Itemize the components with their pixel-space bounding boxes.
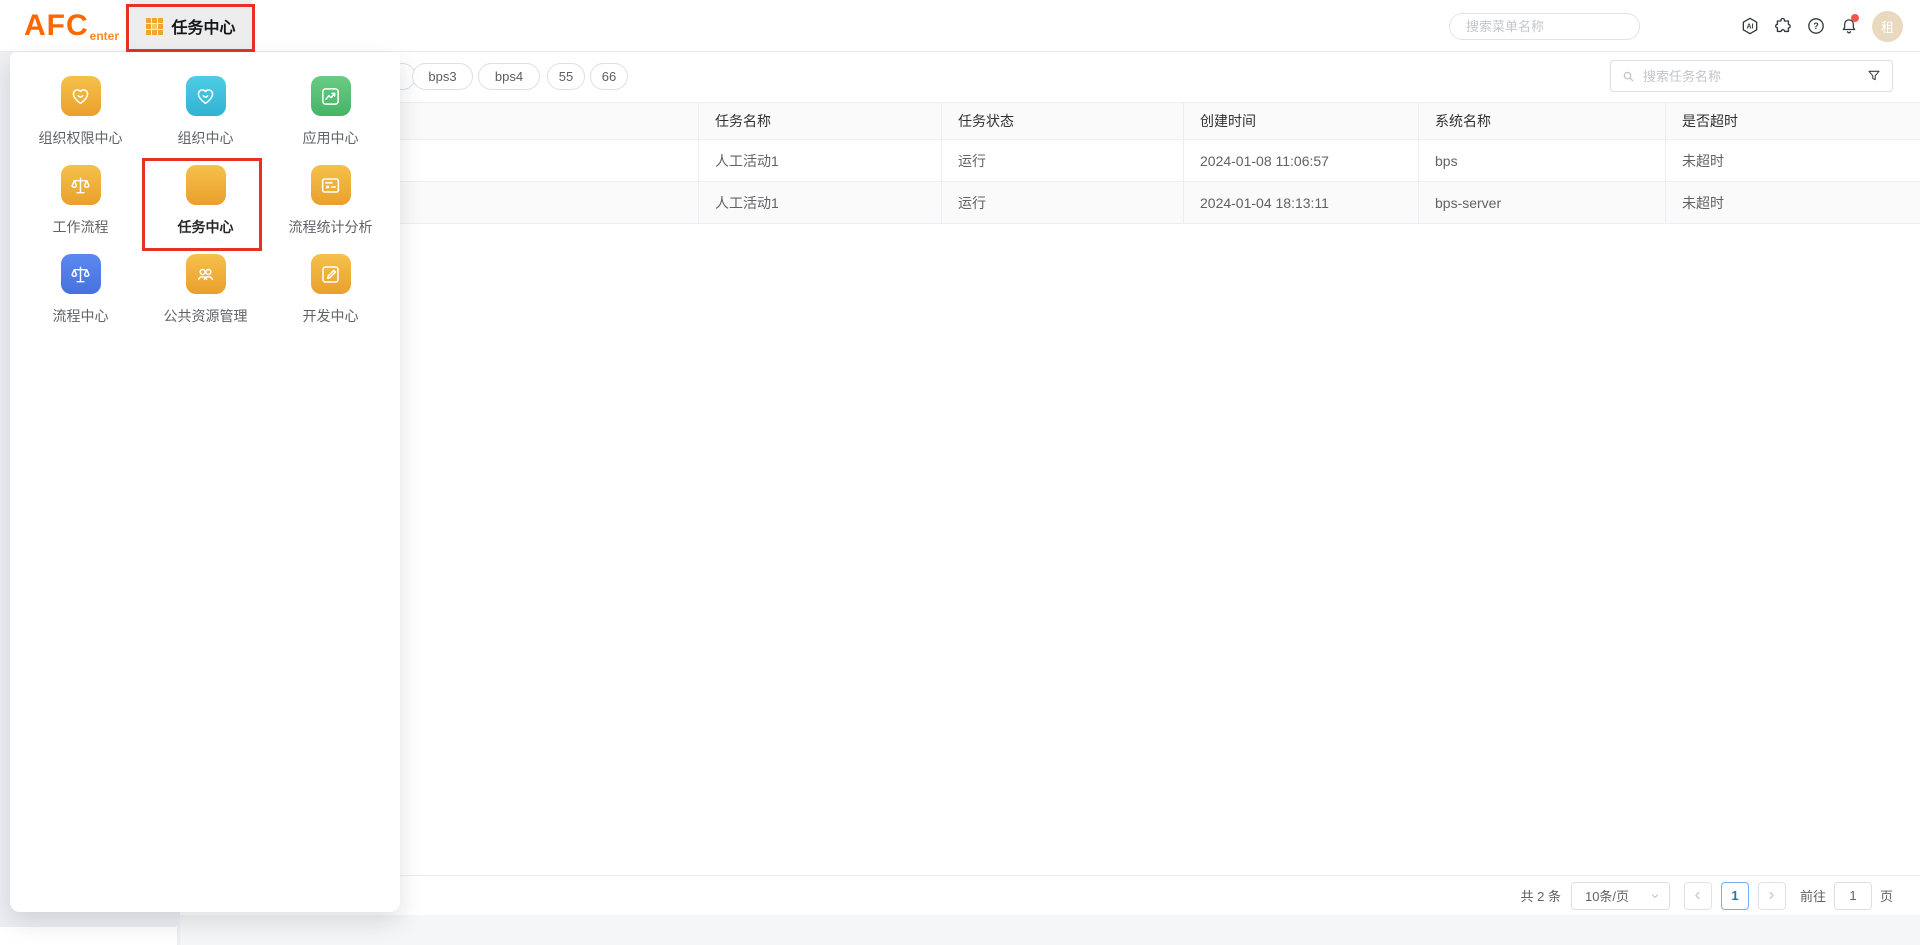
svg-text:?: ? [1813,21,1818,31]
scale-icon [61,254,101,294]
cell-create-time: 2024-01-08 11:06:57 [1184,140,1419,181]
cell-timeout: 未超时 [1666,140,1920,181]
app-launcher-button[interactable]: 任务中心 [130,0,252,52]
col-create-time: 创建时间 [1184,103,1419,139]
menu-item-org-center[interactable]: 组织中心 [143,74,268,163]
menu-item-label: 开发中心 [303,306,359,326]
cell-timeout: 未超时 [1666,182,1920,223]
ai-assistant-icon[interactable]: AI [1740,16,1760,36]
menu-item-org-permission-center[interactable]: 组织权限中心 [18,74,143,163]
filter-icon[interactable] [1866,68,1882,84]
help-icon[interactable]: ? [1806,16,1826,36]
menu-item-dev-center[interactable]: 开发中心 [268,252,393,341]
launcher-label: 任务中心 [171,14,235,38]
logo-text: AFC [24,9,89,43]
goto-label: 前往 [1800,886,1826,905]
menu-item-label: 任务中心 [178,217,234,237]
svg-text:AI: AI [1746,23,1753,31]
menu-item-label: 应用中心 [303,128,359,148]
tab-55[interactable]: 55 [547,63,585,90]
chevron-left-icon [1691,889,1704,902]
task-search-input[interactable] [1643,69,1859,84]
report-icon [311,165,351,205]
people-icon [186,254,226,294]
cell-system-name: bps [1419,140,1666,181]
edit-icon [311,254,351,294]
heart-face-icon [61,76,101,116]
menu-item-label: 组织权限中心 [39,128,123,148]
tab-bps4[interactable]: bps4 [478,63,540,90]
cell-task-status: 运行 [942,140,1184,181]
table-header: 任务名称 任务状态 创建时间 系统名称 是否超时 [180,102,1920,140]
goto-page-input[interactable] [1834,882,1872,910]
app-menu-grid: 组织权限中心 组织中心 应用中心 工作流程 [10,52,400,341]
menu-item-task-center[interactable]: 任务中心 [143,163,268,252]
menu-item-label: 工作流程 [53,217,109,237]
chevron-right-icon [1765,889,1778,902]
menu-search-box[interactable] [1449,13,1640,40]
menu-item-label: 流程统计分析 [289,217,373,237]
page: AFC enter 任务中心 AI ? [0,0,1920,945]
menu-item-workflow[interactable]: 工作流程 [18,163,143,252]
notification-dot [1851,14,1859,22]
menu-item-app-center[interactable]: 应用中心 [268,74,393,163]
menu-item-label: 组织中心 [178,128,234,148]
heart-face-icon [186,76,226,116]
page-size-value: 10条/页 [1585,886,1629,905]
prev-page-button[interactable] [1684,882,1712,910]
cell-task-name: 人工活动1 [699,140,942,181]
col-task-name: 任务名称 [699,103,942,139]
menu-item-public-resource[interactable]: 公共资源管理 [143,252,268,341]
table-row[interactable]: 人工活动1 运行 2024-01-08 11:06:57 bps 未超时 [180,140,1920,182]
pagination-bar: 共 2 条 10条/页 1 前往 页 [180,875,1920,915]
app-logo[interactable]: AFC enter [24,0,119,52]
search-icon [1621,69,1636,84]
chart-box-icon [311,76,351,116]
col-timeout: 是否超时 [1666,103,1920,139]
menu-item-label: 流程中心 [53,306,109,326]
table-row[interactable]: 人工活动1 运行 2024-01-04 18:13:11 bps-server … [180,182,1920,224]
menu-search-input[interactable] [1466,19,1642,34]
app-launcher-panel: 组织权限中心 组织中心 应用中心 工作流程 [10,52,400,912]
cell-task-name: 人工活动1 [699,182,942,223]
scale-icon [61,165,101,205]
app-grid-icon [146,18,163,35]
chevron-down-icon [1649,890,1661,902]
notification-bell-icon[interactable] [1839,16,1859,36]
menu-item-process-statistics[interactable]: 流程统计分析 [268,163,393,252]
menu-item-process-center[interactable]: 流程中心 [18,252,143,341]
plugin-icon[interactable] [1773,16,1793,36]
cell-create-time: 2024-01-04 18:13:11 [1184,182,1419,223]
menu-item-label: 公共资源管理 [164,306,248,326]
top-bar: AFC enter 任务中心 AI ? [0,0,1920,52]
cell-task-status: 运行 [942,182,1184,223]
user-avatar[interactable]: 租 [1872,11,1903,42]
blank-tile [186,165,226,205]
bottom-band [180,915,1920,945]
page-size-select[interactable]: 10条/页 [1571,882,1670,910]
current-page-button[interactable]: 1 [1721,882,1749,910]
col-system-name: 系统名称 [1419,103,1666,139]
logo-suffix: enter [90,29,119,43]
bottom-left-box [0,927,177,945]
topbar-icons: AI ? 租 [1740,0,1903,52]
col-task-status: 任务状态 [942,103,1184,139]
task-content-card: bps3 bps4 55 66 任务名称 任务状态 创建时间 系统名称 是否超时… [180,52,1920,915]
page-unit-label: 页 [1880,886,1893,905]
total-count-label: 共 2 条 [1521,886,1561,905]
tab-66[interactable]: 66 [590,63,628,90]
next-page-button[interactable] [1758,882,1786,910]
cell-system-name: bps-server [1419,182,1666,223]
tab-bps3[interactable]: bps3 [412,63,473,90]
task-search-box[interactable] [1610,60,1893,92]
